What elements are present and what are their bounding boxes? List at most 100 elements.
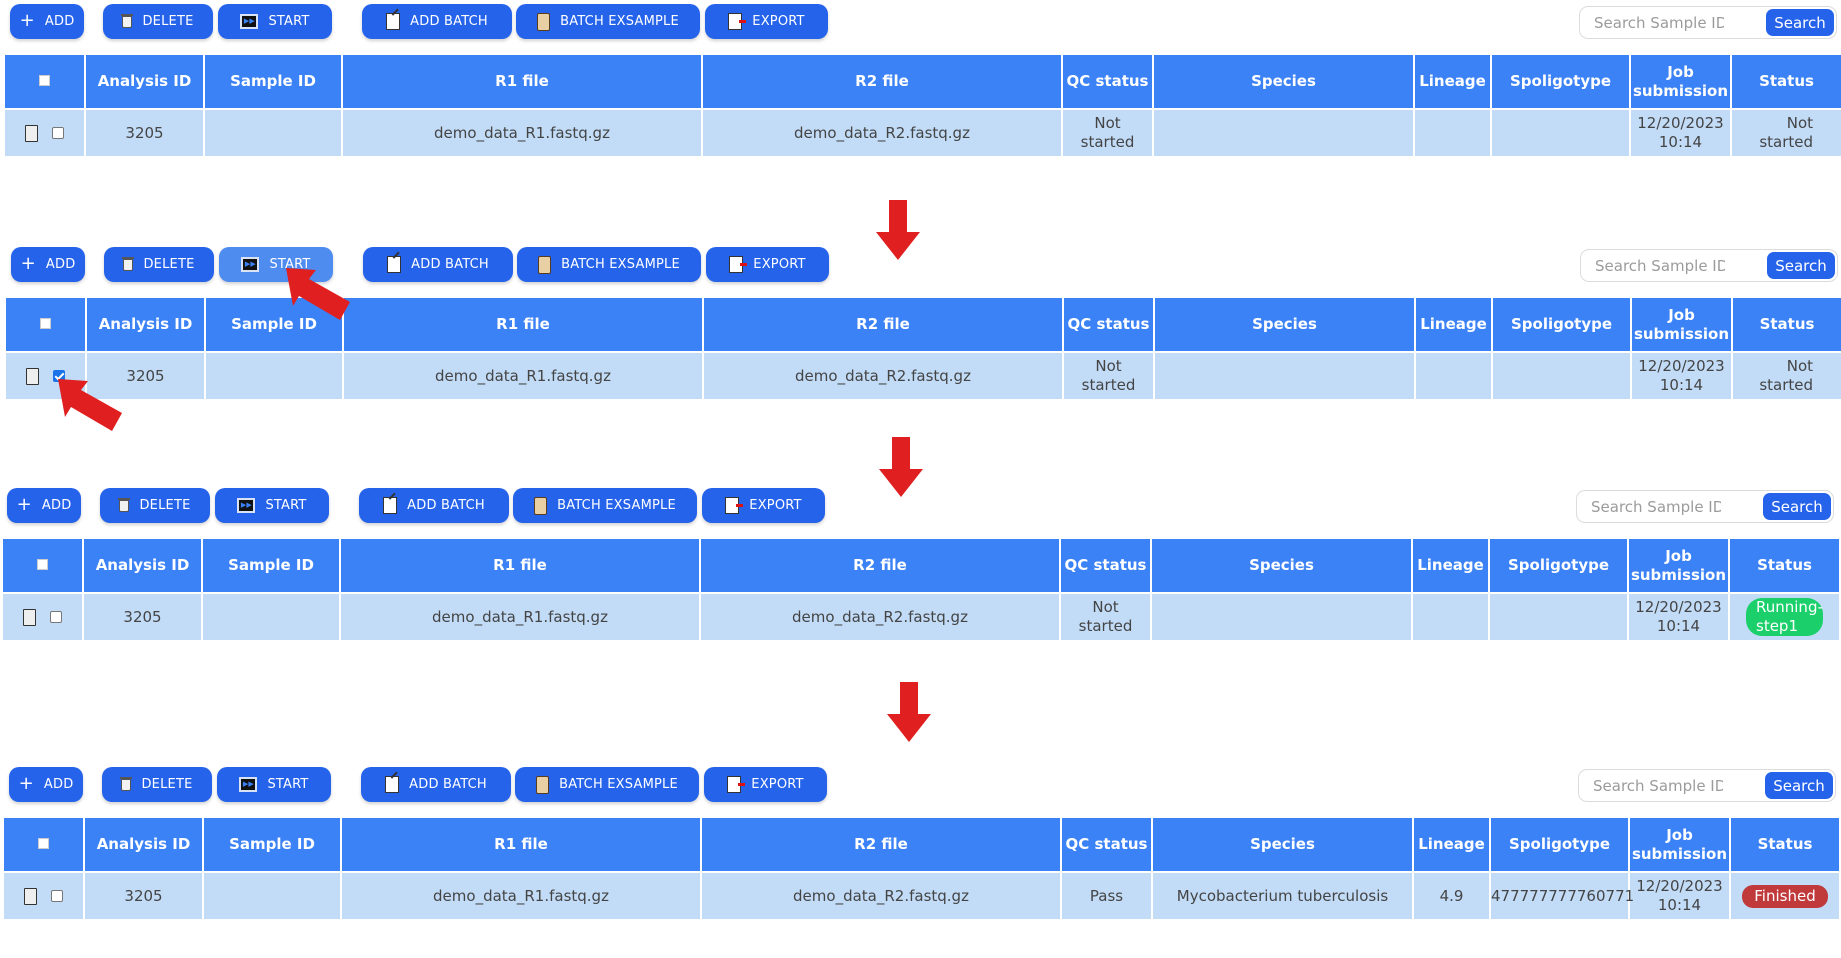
qc-status: Not started (1061, 108, 1154, 158)
r2-file: demo_data_R2.fastq.gz (699, 592, 1061, 642)
col-lineage: Lineage (1413, 53, 1492, 110)
document-icon[interactable] (26, 367, 39, 385)
search-input[interactable] (1595, 257, 1725, 275)
export-button[interactable]: EXPORT (702, 488, 825, 523)
col-job-submission: Job submission (1628, 816, 1731, 873)
batch-example-button[interactable]: BATCH EXSAMPLE (513, 488, 697, 523)
row-checkbox[interactable] (50, 611, 62, 623)
add-button[interactable]: + ADD (9, 767, 83, 802)
batch-example-button[interactable]: BATCH EXSAMPLE (515, 767, 699, 802)
search-box: Search (1579, 6, 1837, 39)
search-button[interactable]: Search (1766, 9, 1834, 36)
select-all-checkbox-cell[interactable] (4, 296, 87, 353)
search-box: Search (1578, 769, 1836, 802)
r1-file: demo_data_R1.fastq.gz (342, 351, 704, 401)
delete-button[interactable]: DELETE (100, 488, 210, 523)
table-header-row: Analysis ID Sample ID R1 file R2 file QC… (2, 816, 1841, 873)
select-all-checkbox[interactable] (40, 318, 51, 329)
r2-file: demo_data_R2.fastq.gz (700, 871, 1062, 921)
fast-forward-icon: ▶▶ (239, 777, 258, 792)
col-r2-file: R2 file (700, 816, 1062, 873)
status: Not started (1730, 108, 1841, 158)
add-batch-button[interactable]: ADD BATCH (361, 767, 511, 802)
pointer-arrow-icon (58, 379, 122, 431)
job-submission: 12/20/2023 10:14 (1627, 592, 1730, 642)
search-input[interactable] (1591, 498, 1721, 516)
analysis-table: Analysis ID Sample ID R1 file R2 file QC… (1, 537, 1841, 642)
export-document-icon (727, 776, 746, 793)
col-spoligotype: Spoligotype (1488, 537, 1629, 594)
select-all-checkbox-cell[interactable] (3, 53, 86, 110)
sample-id (202, 871, 342, 921)
r1-file: demo_data_R1.fastq.gz (341, 108, 703, 158)
trash-icon (121, 13, 134, 28)
add-button[interactable]: + ADD (10, 4, 84, 39)
document-icon[interactable] (23, 608, 36, 626)
lineage (1411, 592, 1490, 642)
document-icon[interactable] (24, 887, 37, 905)
search-button[interactable]: Search (1763, 493, 1831, 520)
add-batch-button[interactable]: ADD BATCH (363, 247, 513, 282)
step-panel-4: + ADD DELETE ▶▶ START ADD BATCH BATCH EXSA… (0, 763, 1841, 953)
delete-button[interactable]: DELETE (103, 4, 213, 39)
row-checkbox[interactable] (52, 127, 64, 139)
job-submission: 12/20/2023 10:14 (1629, 108, 1732, 158)
col-job-submission: Job submission (1629, 53, 1732, 110)
select-all-checkbox[interactable] (38, 838, 49, 849)
delete-button[interactable]: DELETE (104, 247, 214, 282)
sample-id (204, 351, 344, 401)
col-status: Status (1729, 816, 1841, 873)
step-panel-1: + ADD DELETE ▶▶ START ADD BATCH BATCH EXSA… (0, 0, 1841, 190)
add-button[interactable]: + ADD (11, 247, 85, 282)
search-button[interactable]: Search (1767, 252, 1835, 279)
select-all-checkbox-cell[interactable] (2, 816, 85, 873)
edit-document-icon (387, 256, 402, 273)
status-badge: Finished (1742, 884, 1828, 908)
select-all-checkbox[interactable] (39, 75, 50, 86)
trash-icon (118, 497, 131, 512)
search-input[interactable] (1594, 14, 1724, 32)
col-sample-id: Sample ID (202, 816, 342, 873)
col-status: Status (1730, 53, 1841, 110)
batch-example-button[interactable]: BATCH EXSAMPLE (516, 4, 700, 39)
col-analysis-id: Analysis ID (83, 816, 204, 873)
species (1152, 108, 1415, 158)
start-button[interactable]: ▶▶ START (215, 488, 329, 523)
select-all-checkbox[interactable] (37, 559, 48, 570)
export-button[interactable]: EXPORT (705, 4, 828, 39)
delete-button[interactable]: DELETE (102, 767, 212, 802)
add-button[interactable]: + ADD (7, 488, 81, 523)
row-checkbox[interactable] (51, 890, 63, 902)
edit-document-icon (386, 13, 401, 30)
col-species: Species (1152, 53, 1415, 110)
search-button[interactable]: Search (1765, 772, 1833, 799)
scroll-icon (534, 496, 548, 515)
start-button[interactable]: ▶▶ START (218, 4, 332, 39)
start-button[interactable]: ▶▶ START (217, 767, 331, 802)
batch-example-button[interactable]: BATCH EXSAMPLE (517, 247, 701, 282)
scroll-icon (538, 255, 552, 274)
export-document-icon (728, 13, 747, 30)
add-batch-button[interactable]: ADD BATCH (359, 488, 509, 523)
col-r2-file: R2 file (699, 537, 1061, 594)
col-job-submission: Job submission (1627, 537, 1730, 594)
document-icon[interactable] (25, 124, 38, 142)
edit-document-icon (383, 497, 398, 514)
col-status: Status (1728, 537, 1841, 594)
sample-id (201, 592, 341, 642)
spoligotype (1490, 108, 1631, 158)
search-input[interactable] (1593, 777, 1723, 795)
col-analysis-id: Analysis ID (84, 53, 205, 110)
sample-id (203, 108, 343, 158)
col-qc-status: QC status (1060, 816, 1153, 873)
add-batch-button[interactable]: ADD BATCH (362, 4, 512, 39)
export-button[interactable]: EXPORT (704, 767, 827, 802)
export-button[interactable]: EXPORT (706, 247, 829, 282)
select-all-checkbox-cell[interactable] (1, 537, 84, 594)
scroll-icon (536, 775, 550, 794)
lineage (1414, 351, 1493, 401)
scroll-icon (537, 12, 551, 31)
down-arrow-icon (887, 682, 931, 742)
table-row: 3205 demo_data_R1.fastq.gz demo_data_R2.… (2, 871, 1841, 921)
col-spoligotype: Spoligotype (1489, 816, 1630, 873)
